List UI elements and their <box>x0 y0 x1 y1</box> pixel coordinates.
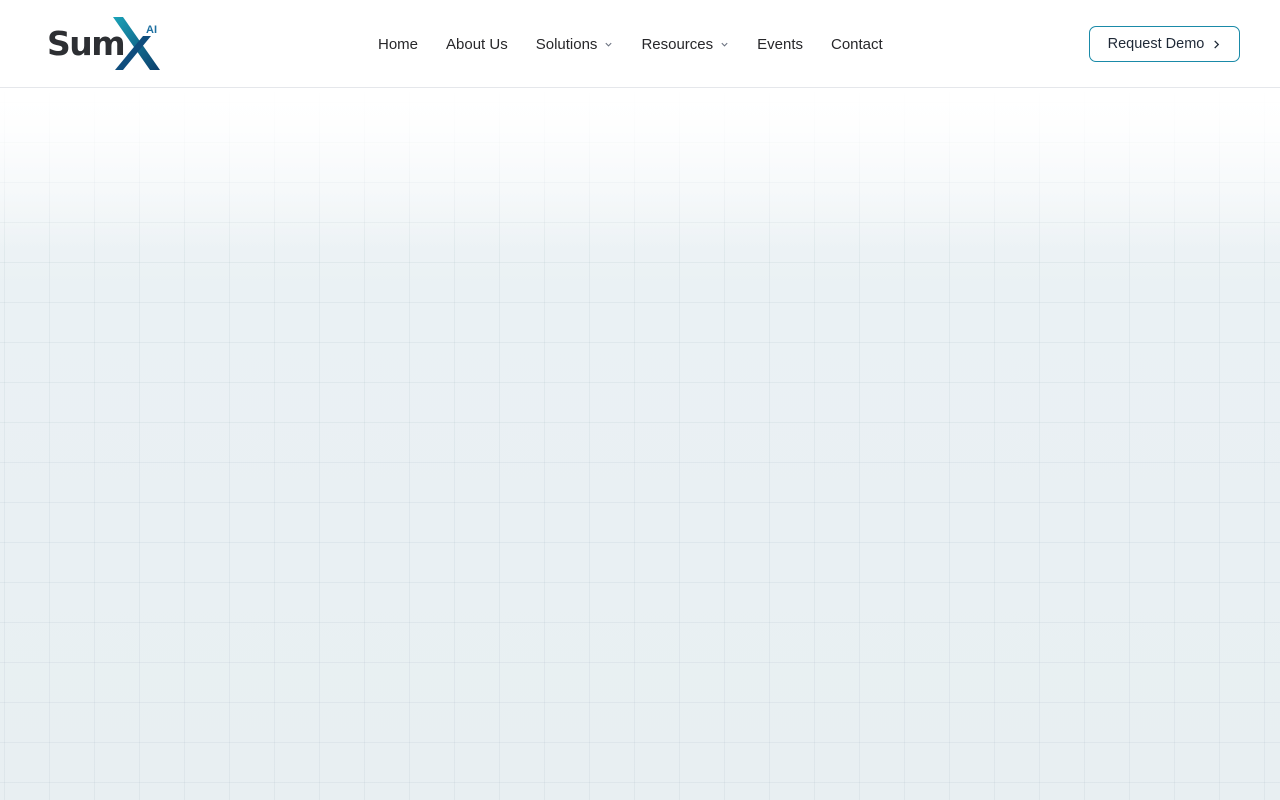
sumx-ai-logo[interactable]: Sum AI <box>47 16 162 72</box>
nav-about-us-label: About Us <box>446 35 508 53</box>
main-nav: Home About Us Solutions Resources Events… <box>378 0 883 88</box>
nav-solutions-label: Solutions <box>535 35 598 53</box>
nav-events[interactable]: Events <box>757 36 803 53</box>
logo-ai-superscript: AI <box>146 24 157 36</box>
chevron-down-icon <box>721 42 728 47</box>
nav-events-label: Events <box>757 35 803 53</box>
request-demo-button[interactable]: Request Demo <box>1089 26 1240 62</box>
nav-home[interactable]: Home <box>378 36 418 53</box>
nav-resources[interactable]: Resources <box>641 36 729 53</box>
nav-home-label: Home <box>378 35 419 53</box>
chevron-right-icon <box>1214 39 1220 49</box>
nav-contact-label: Contact <box>831 35 883 53</box>
nav-contact[interactable]: Contact <box>831 36 883 53</box>
hero-top-fade <box>0 88 1280 248</box>
nav-solutions[interactable]: Solutions <box>536 36 614 53</box>
nav-about-us[interactable]: About Us <box>446 36 508 53</box>
request-demo-label: Request Demo <box>1107 36 1205 52</box>
hero-section <box>0 88 1280 800</box>
chevron-down-icon <box>605 42 613 47</box>
nav-resources-label: Resources <box>641 35 714 53</box>
site-header: Sum AI Home About Us Solutions Resources… <box>0 0 1280 88</box>
